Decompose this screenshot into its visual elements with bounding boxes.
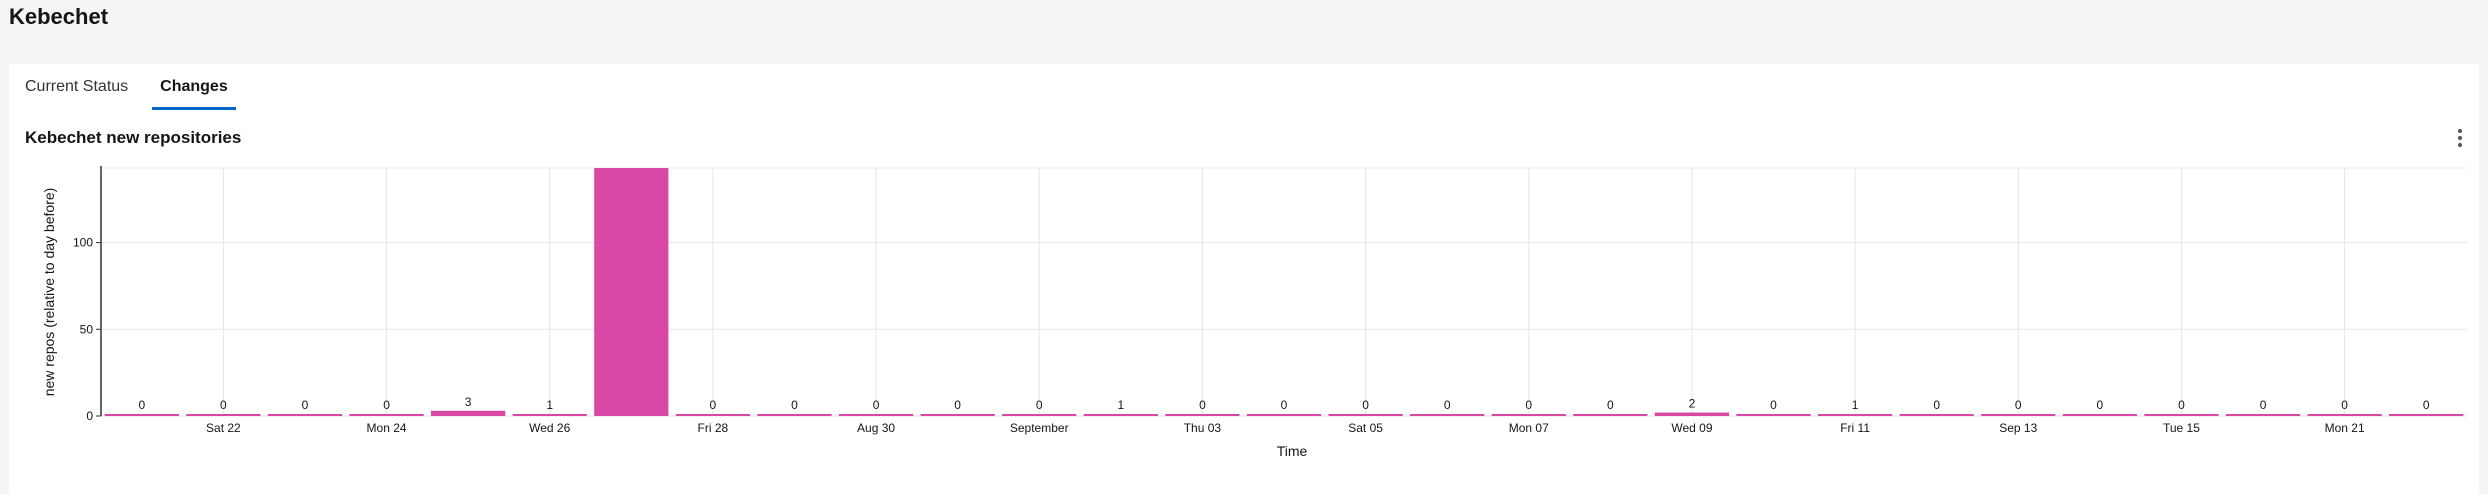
chart-data-labels: 0 0 0 0 3 1 143 0 0 0 0 0 1 0 0 0 0 0 0 2 0 1 0 0 0 0 0 0 0 — [138, 164, 2429, 412]
chart-grid — [101, 167, 2467, 417]
bar-value-label: 1 — [1117, 398, 1124, 412]
bar-value-label: 1 — [546, 398, 553, 412]
bar[interactable] — [2225, 414, 2301, 416]
bar-value-label: 0 — [2260, 398, 2267, 412]
bar-value-label: 0 — [2341, 398, 2348, 412]
x-tick-label: Fri 11 — [1840, 421, 1870, 435]
bar[interactable] — [267, 414, 343, 416]
bar-value-label: 0 — [1362, 398, 1369, 412]
bar[interactable] — [1328, 414, 1403, 416]
bar-value-label: 0 — [383, 398, 390, 412]
main-card: Current Status Changes Kebechet new repo… — [9, 64, 2479, 494]
bar-value-label: 2 — [1689, 397, 1696, 411]
bar-value-label: 0 — [302, 398, 309, 412]
bar[interactable] — [1002, 414, 1077, 416]
bar[interactable] — [757, 414, 832, 416]
y-tick-label: 100 — [73, 236, 93, 250]
bar[interactable] — [1654, 412, 1730, 416]
x-tick-label: Sat 22 — [206, 421, 241, 435]
bar-value-label: 3 — [465, 395, 472, 409]
bar[interactable] — [2144, 414, 2219, 416]
bar[interactable] — [594, 168, 669, 416]
bar-value-label: 0 — [138, 398, 145, 412]
tab-bar: Current Status Changes — [25, 64, 252, 110]
bar-value-label: 0 — [1607, 398, 1614, 412]
bar-value-label: 0 — [1933, 398, 1940, 412]
x-tick-label: Sat 05 — [1348, 421, 1383, 435]
x-axis-ticks: Sat 22 Mon 24 Wed 26 Fri 28 Aug 30 September T… — [206, 421, 2365, 435]
bar[interactable] — [349, 414, 424, 416]
page-title: Kebechet — [9, 4, 109, 29]
x-tick-label: Mon 24 — [367, 421, 407, 435]
bar[interactable] — [431, 410, 506, 416]
bar-value-label: 0 — [1525, 398, 1532, 412]
bar[interactable] — [2307, 414, 2382, 416]
bar[interactable] — [2062, 414, 2137, 416]
x-axis-label: Time — [1277, 443, 1308, 459]
y-axis-label: new repos (relative to day before) — [41, 188, 57, 397]
bar[interactable] — [186, 414, 261, 416]
bar[interactable] — [1899, 414, 1974, 416]
bar[interactable] — [1083, 414, 1158, 416]
panel-title: Kebechet new repositories — [25, 128, 242, 147]
bar-chart: 050100 0000311430000010000002010000000 S… — [41, 164, 2467, 459]
tab-current-status[interactable]: Current Status — [25, 64, 136, 110]
bar-value-label: 0 — [1281, 398, 1288, 412]
bar-value-label: 0 — [1444, 398, 1451, 412]
x-tick-label: Tue 15 — [2163, 421, 2200, 435]
x-tick-label: Mon 21 — [2325, 421, 2365, 435]
bar[interactable] — [104, 414, 179, 416]
bar[interactable] — [1736, 414, 1811, 416]
bar-value-label: 143 — [621, 164, 641, 166]
bar[interactable] — [675, 414, 751, 416]
tab-changes[interactable]: Changes — [152, 64, 236, 110]
y-axis: 0 50 100 — [73, 166, 102, 423]
bar[interactable] — [1981, 414, 2056, 416]
bar[interactable] — [1246, 414, 1322, 416]
x-tick-label: Fri 28 — [698, 421, 729, 435]
bar[interactable] — [838, 414, 914, 416]
kebab-vertical-icon[interactable] — [2453, 126, 2467, 150]
bar-value-label: 0 — [1199, 398, 1206, 412]
bar-value-label: 0 — [220, 398, 227, 412]
x-tick-label: Wed 09 — [1671, 421, 1712, 435]
bar[interactable] — [1817, 414, 1893, 416]
bar[interactable] — [1165, 414, 1240, 416]
y-tick-label: 0 — [86, 409, 93, 423]
bar-value-label: 0 — [710, 398, 717, 412]
bar-value-label: 0 — [791, 398, 798, 412]
bar[interactable] — [512, 414, 587, 416]
x-tick-label: September — [1010, 421, 1069, 435]
y-tick-label: 50 — [80, 322, 94, 336]
x-tick-label: Sep 13 — [1999, 421, 2037, 435]
bar-value-label: 1 — [1852, 398, 1859, 412]
x-tick-label: Wed 26 — [529, 421, 570, 435]
x-tick-label: Thu 03 — [1184, 421, 1222, 435]
bar[interactable] — [2389, 414, 2464, 416]
bar-value-label: 0 — [2423, 398, 2430, 412]
bar-value-label: 0 — [1770, 398, 1777, 412]
bar[interactable] — [1573, 414, 1648, 416]
x-tick-label: Mon 07 — [1509, 421, 1549, 435]
bar-value-label: 0 — [954, 398, 961, 412]
bar[interactable] — [1410, 414, 1485, 416]
chart-bars — [104, 168, 2464, 416]
bar-value-label: 0 — [2015, 398, 2022, 412]
bar[interactable] — [920, 414, 995, 416]
bar-value-label: 0 — [2178, 398, 2185, 412]
bar-value-label: 0 — [1036, 398, 1043, 412]
bar-value-label: 0 — [873, 398, 880, 412]
bar-value-label: 0 — [2097, 398, 2104, 412]
bar[interactable] — [1491, 414, 1566, 416]
x-tick-label: Aug 30 — [857, 421, 895, 435]
